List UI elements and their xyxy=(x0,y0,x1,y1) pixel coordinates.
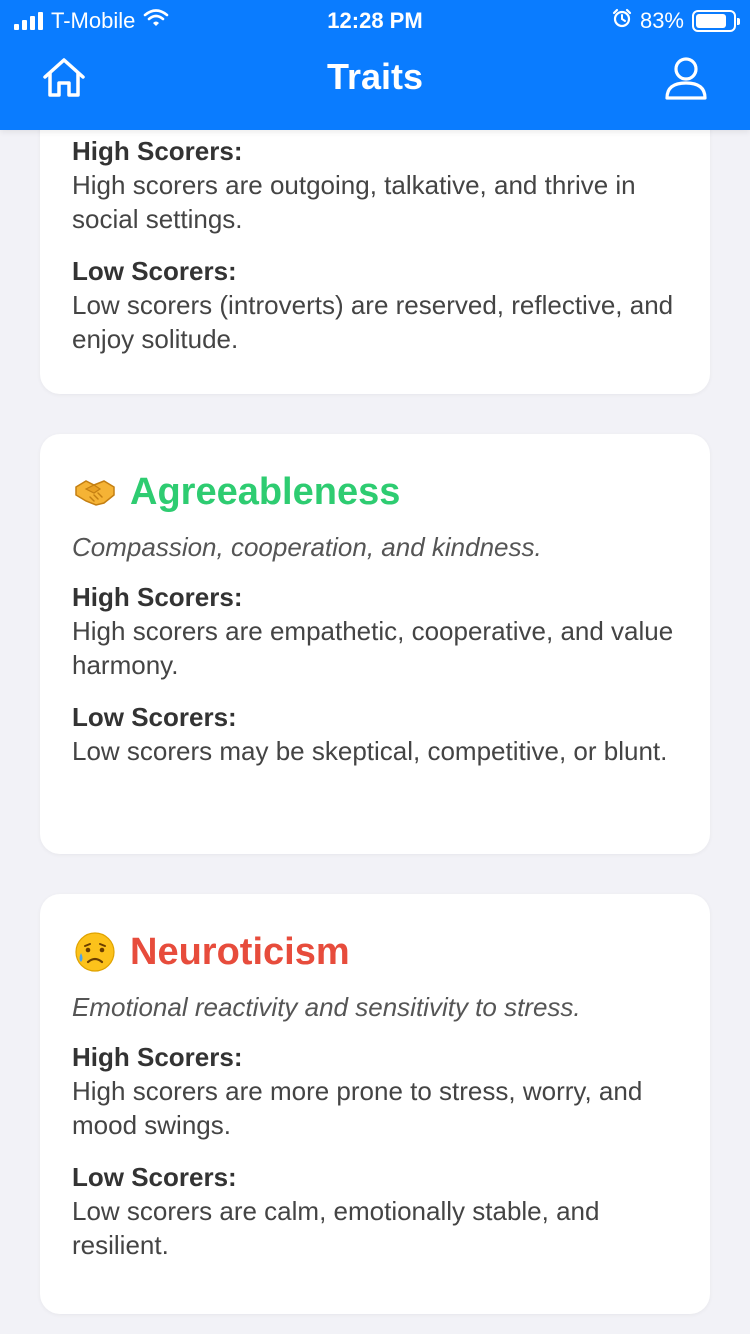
low-scorers-section: Low Scorers: Low scorers may be skeptica… xyxy=(72,700,678,768)
high-scorers-section: High Scorers: High scorers are outgoing,… xyxy=(72,134,678,236)
high-scorers-text: High scorers are outgoing, talkative, an… xyxy=(72,170,636,234)
high-scorers-label: High Scorers: xyxy=(72,1042,243,1072)
low-scorers-label: Low Scorers: xyxy=(72,256,237,286)
battery-level-fill xyxy=(696,14,726,28)
status-bar-right: 83% xyxy=(612,8,740,34)
low-scorers-section: Low Scorers: Low scorers (introverts) ar… xyxy=(72,254,678,356)
trait-title-row: Neuroticism xyxy=(72,928,678,976)
high-scorers-text: High scorers are more prone to stress, w… xyxy=(72,1076,643,1140)
trait-card-neuroticism: Neuroticism Emotional reactivity and sen… xyxy=(40,894,710,1314)
low-scorers-text: Low scorers are calm, emotionally stable… xyxy=(72,1196,600,1260)
sad-relieved-face-icon xyxy=(72,929,118,975)
trait-title-row: Agreeableness xyxy=(72,468,678,516)
status-bar: T-Mobile 12:28 PM 83% xyxy=(0,0,750,42)
traits-screen: High Scorers: High scorers are outgoing,… xyxy=(0,0,750,1334)
profile-icon[interactable] xyxy=(660,52,712,104)
trait-title: Agreeableness xyxy=(130,470,401,513)
alarm-icon xyxy=(612,8,632,34)
handshake-icon xyxy=(72,469,118,515)
nav-bar: Traits xyxy=(0,42,750,130)
app-header: T-Mobile 12:28 PM 83% Traits xyxy=(0,0,750,130)
trait-subtitle: Compassion, cooperation, and kindness. xyxy=(72,532,542,562)
high-scorers-section: High Scorers: High scorers are empatheti… xyxy=(72,580,678,682)
battery-icon xyxy=(692,10,740,32)
low-scorers-section: Low Scorers: Low scorers are calm, emoti… xyxy=(72,1160,678,1262)
high-scorers-section: High Scorers: High scorers are more pron… xyxy=(72,1040,678,1142)
low-scorers-label: Low Scorers: xyxy=(72,702,237,732)
low-scorers-text: Low scorers may be skeptical, competitiv… xyxy=(72,736,668,766)
high-scorers-label: High Scorers: xyxy=(72,582,243,612)
trait-card-agreeableness: Agreeableness Compassion, cooperation, a… xyxy=(40,434,710,854)
trait-card-extraversion: High Scorers: High scorers are outgoing,… xyxy=(40,100,710,394)
high-scorers-label: High Scorers: xyxy=(72,136,243,166)
low-scorers-label: Low Scorers: xyxy=(72,1162,237,1192)
trait-title: Neuroticism xyxy=(130,930,350,973)
page-title: Traits xyxy=(326,56,424,97)
low-scorers-text: Low scorers (introverts) are reserved, r… xyxy=(72,290,674,354)
high-scorers-text: High scorers are empathetic, cooperative… xyxy=(72,616,674,680)
trait-subtitle: Emotional reactivity and sensitivity to … xyxy=(72,992,581,1022)
battery-percent: 83% xyxy=(639,8,684,33)
